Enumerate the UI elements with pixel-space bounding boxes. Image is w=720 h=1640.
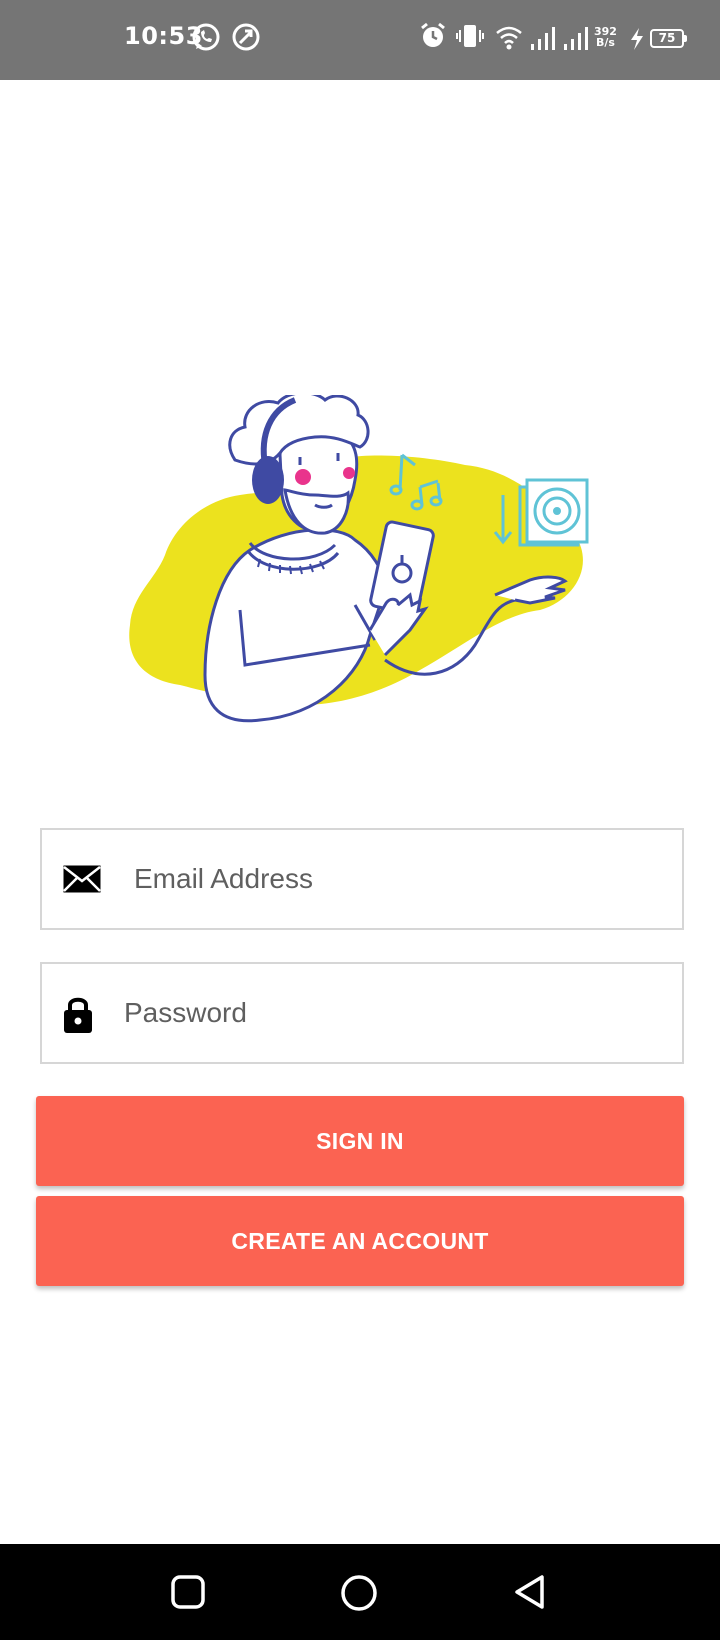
create-account-button[interactable]: CREATE AN ACCOUNT <box>36 1196 684 1286</box>
home-icon[interactable] <box>340 1574 378 1617</box>
network-speed: 392 B/s <box>594 26 617 48</box>
email-icon <box>62 864 102 899</box>
lock-icon <box>62 994 94 1039</box>
charging-icon <box>630 28 644 55</box>
sign-in-button[interactable]: SIGN IN <box>36 1096 684 1186</box>
password-input[interactable] <box>124 964 664 1062</box>
battery-icon: 75 <box>650 29 687 48</box>
whatsapp-icon <box>191 22 221 57</box>
recents-icon[interactable] <box>170 1574 206 1615</box>
network-speed-unit: B/s <box>596 36 615 49</box>
wifi-icon <box>494 22 524 57</box>
sync-icon <box>231 22 261 57</box>
email-field[interactable] <box>40 828 684 930</box>
hero-illustration <box>120 391 600 755</box>
battery-level: 75 <box>658 31 676 45</box>
navigation-bar <box>0 1544 720 1640</box>
signal-icon <box>563 22 591 57</box>
password-field[interactable] <box>40 962 684 1064</box>
signal-icon <box>530 22 558 57</box>
alarm-icon <box>420 22 446 55</box>
email-input[interactable] <box>134 830 664 928</box>
back-icon[interactable] <box>512 1574 548 1615</box>
status-bar: 10:53 392 B/s 75 <box>0 0 720 80</box>
vibrate-icon <box>456 22 484 55</box>
